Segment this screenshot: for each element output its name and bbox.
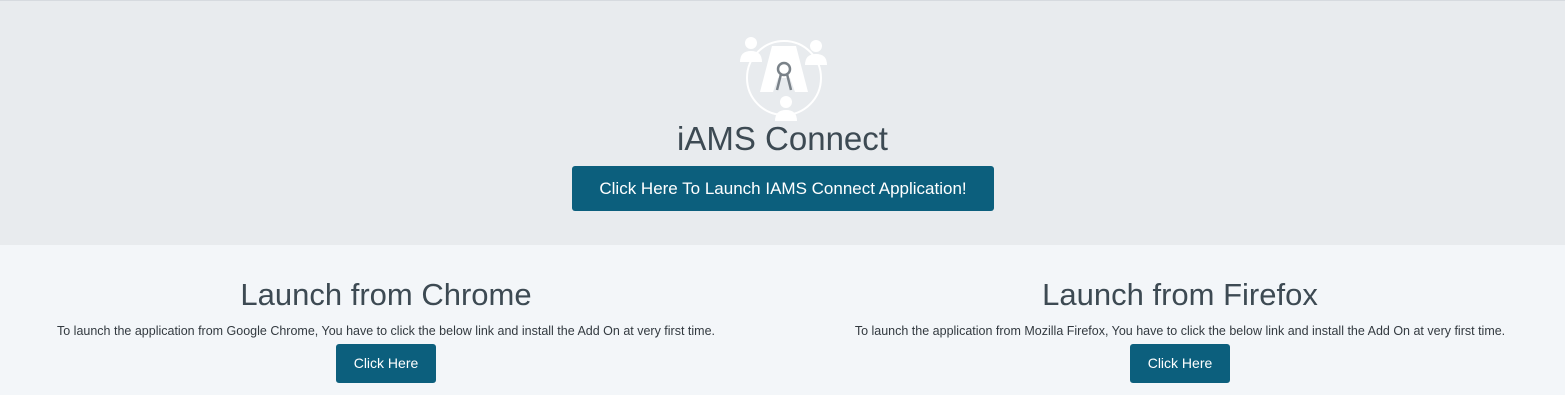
chrome-click-here-button[interactable]: Click Here xyxy=(336,344,436,383)
firefox-click-here-button[interactable]: Click Here xyxy=(1130,344,1230,383)
firefox-heading: Launch from Firefox xyxy=(1042,277,1318,312)
chrome-description: To launch the application from Google Ch… xyxy=(57,324,715,338)
firefox-launch-panel: Launch from Firefox To launch the applic… xyxy=(790,245,1565,395)
chrome-launch-panel: Launch from Chrome To launch the applica… xyxy=(0,245,772,395)
iams-logo-icon xyxy=(740,37,827,121)
app-title: iAMS Connect xyxy=(677,120,888,157)
launch-application-button[interactable]: Click Here To Launch IAMS Connect Applic… xyxy=(572,166,994,211)
browser-launch-section: Launch from Chrome To launch the applica… xyxy=(0,245,1565,395)
firefox-description: To launch the application from Mozilla F… xyxy=(854,324,1506,338)
chrome-heading: Launch from Chrome xyxy=(240,277,532,312)
hero-section: iAMS Connect Click Here To Launch IAMS C… xyxy=(0,0,1565,245)
